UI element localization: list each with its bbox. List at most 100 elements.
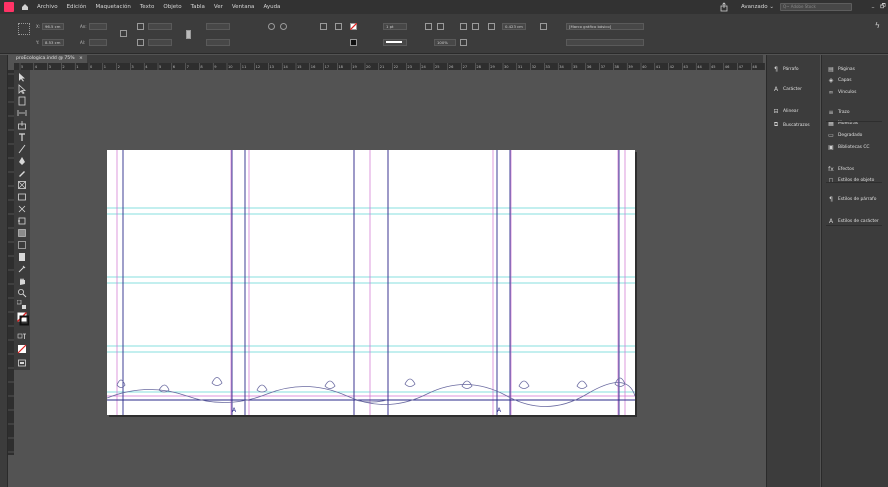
fill-stroke-swatch-icon[interactable] xyxy=(17,312,29,326)
rectangle-frame-tool-icon[interactable] xyxy=(17,180,27,190)
tools-panel xyxy=(14,70,30,370)
y-position-field[interactable]: 8.53 cm xyxy=(42,39,64,46)
scale-y-field[interactable] xyxy=(148,39,172,46)
menu-item[interactable]: Archivo xyxy=(37,4,58,10)
gap-field[interactable]: 0.423 cm xyxy=(502,23,526,30)
scale-y-icon[interactable] xyxy=(137,39,144,46)
panel-tab-trazo[interactable]: ≡ Trazo xyxy=(828,109,849,116)
pen-tool-icon[interactable] xyxy=(17,156,27,166)
reference-point-icon[interactable] xyxy=(18,23,30,35)
scale-x-icon[interactable] xyxy=(137,23,144,30)
apply-none-icon[interactable] xyxy=(17,344,27,354)
document-page[interactable]: A A xyxy=(107,150,635,415)
line-tool-icon[interactable] xyxy=(17,144,27,154)
restore-button[interactable]: 🗗 xyxy=(878,2,888,12)
align-left-icon[interactable] xyxy=(460,23,467,30)
home-icon[interactable] xyxy=(21,3,29,11)
panel-tab-efectos[interactable]: fx Efectos xyxy=(828,166,854,173)
ruler-tick-label: 13 xyxy=(269,65,274,69)
close-tab-icon[interactable]: × xyxy=(79,56,83,61)
lightning-icon[interactable]: ϟ xyxy=(875,21,880,30)
select-container-icon[interactable] xyxy=(320,23,327,30)
direct-selection-tool-icon[interactable] xyxy=(17,84,27,94)
menu-item[interactable]: Edición xyxy=(67,4,87,10)
shear-field[interactable] xyxy=(206,39,230,46)
content-collector-tool-icon[interactable] xyxy=(17,120,27,130)
auto-fit-icon[interactable] xyxy=(488,23,495,30)
panel-tab-alinear[interactable]: ⊟ Alinear xyxy=(773,108,798,115)
y-label: Y: xyxy=(36,40,40,45)
panel-tab-buscatrazos[interactable]: ⧉ Buscatrazos xyxy=(773,121,810,128)
gap-tool-icon[interactable] xyxy=(17,108,27,118)
width-field[interactable] xyxy=(89,23,107,30)
indesign-logo-icon[interactable] xyxy=(4,2,14,12)
eyedropper-tool-icon[interactable] xyxy=(17,264,27,274)
stroke-type-select[interactable] xyxy=(383,39,407,46)
note-tool-icon[interactable] xyxy=(17,252,27,262)
share-icon[interactable] xyxy=(719,2,729,12)
menu-item[interactable]: Ventana xyxy=(232,4,255,10)
ruler-tick-label: 40 xyxy=(642,65,647,69)
panel-tab-párrafo[interactable]: ¶ Párrafo xyxy=(773,66,799,73)
minimize-button[interactable]: – xyxy=(868,4,878,11)
rotate-field[interactable] xyxy=(206,23,230,30)
selection-tool-icon[interactable] xyxy=(17,72,27,82)
pencil-tool-icon[interactable] xyxy=(17,168,27,178)
panel-tab-label: Carácter xyxy=(783,86,802,92)
rectangle-tool-icon[interactable] xyxy=(17,192,27,202)
menu-item[interactable]: Ver xyxy=(214,4,223,10)
zoom-tool-icon[interactable] xyxy=(17,288,27,298)
constrain-proportions-icon[interactable] xyxy=(120,30,127,37)
type-tool-icon[interactable] xyxy=(17,132,27,142)
secondary-style-select[interactable] xyxy=(566,39,644,46)
document-tab-bar: proEcologica.indd @ 75% × xyxy=(8,55,763,63)
formatting-container-icon[interactable] xyxy=(17,332,27,342)
ruler-tick-label: 16 xyxy=(311,65,316,69)
adobe-stock-search-input[interactable]: Q~ Adobe Stock xyxy=(780,3,852,11)
menu-item[interactable]: Tabla xyxy=(191,4,205,10)
scissors-tool-icon[interactable] xyxy=(17,204,27,214)
pasteboard[interactable]: A A xyxy=(30,70,765,487)
document-tab[interactable]: proEcologica.indd @ 75% × xyxy=(8,55,87,63)
panel-tab-degradado[interactable]: ▭ Degradado xyxy=(828,132,862,139)
panel-tab-estilos-de-párrafo[interactable]: ¶ Estilos de párrafo xyxy=(828,196,876,203)
default-colors-icon[interactable] xyxy=(17,300,27,310)
panel-tab-estilos-de-carácter[interactable]: A Estilos de carácter xyxy=(828,218,879,225)
height-field[interactable] xyxy=(89,39,107,46)
align-center-icon[interactable] xyxy=(472,23,479,30)
menu-item[interactable]: Ayuda xyxy=(263,4,280,10)
free-transform-tool-icon[interactable] xyxy=(17,216,27,226)
fill-swatch-icon[interactable] xyxy=(350,23,357,30)
x-position-field[interactable]: 96.5 cm xyxy=(42,23,64,30)
frame-grid-icon[interactable] xyxy=(540,23,547,30)
leaf-shape xyxy=(116,379,126,388)
page-tool-icon[interactable] xyxy=(17,96,27,106)
opacity-field[interactable]: 100% xyxy=(434,39,456,46)
constrain-scale-icon[interactable] xyxy=(186,30,191,39)
hand-tool-icon[interactable] xyxy=(17,276,27,286)
rotate-cw-icon[interactable] xyxy=(280,23,287,30)
workspace-switcher[interactable]: Avanzado ⌄ xyxy=(741,4,774,10)
menu-item[interactable]: Maquetación xyxy=(95,4,130,10)
menu-item[interactable]: Objeto xyxy=(163,4,181,10)
panel-tab-capas[interactable]: ◈ Capas xyxy=(828,77,852,84)
gradient-feather-tool-icon[interactable] xyxy=(17,240,27,250)
object-style-select[interactable]: [Marco gráfico básico] xyxy=(566,23,644,30)
screen-mode-icon[interactable] xyxy=(17,358,27,368)
panel-tab-bibliotecas-cc[interactable]: ▣ Bibliotecas CC xyxy=(828,144,869,151)
gradient-swatch-tool-icon[interactable] xyxy=(17,228,27,238)
horizontal-ruler[interactable]: 5 4 3 2 1 0 1 2 3 4 5 6 7 8 9 10 11 12 13 14 15 16 17 18 19 20 21 2… xyxy=(14,63,765,70)
panel-tab-páginas[interactable]: ▤ Páginas xyxy=(828,66,855,73)
scale-x-field[interactable] xyxy=(148,23,172,30)
select-content-icon[interactable] xyxy=(335,23,342,30)
distribute-icon[interactable] xyxy=(460,39,467,46)
stroke-swatch-icon[interactable] xyxy=(350,39,357,46)
main-menu: Archivo Edición Maquetación Texto Objeto Tabl… xyxy=(37,4,280,10)
text-wrap-none-icon[interactable] xyxy=(425,23,432,30)
rotate-ccw-icon[interactable] xyxy=(268,23,275,30)
panel-tab-vínculos[interactable]: ∞ Vínculos xyxy=(828,89,857,96)
menu-item[interactable]: Texto xyxy=(140,4,155,10)
text-wrap-bbox-icon[interactable] xyxy=(437,23,444,30)
panel-tab-carácter[interactable]: A Carácter xyxy=(773,86,802,93)
stroke-weight-field[interactable]: 1 pt xyxy=(383,23,407,30)
